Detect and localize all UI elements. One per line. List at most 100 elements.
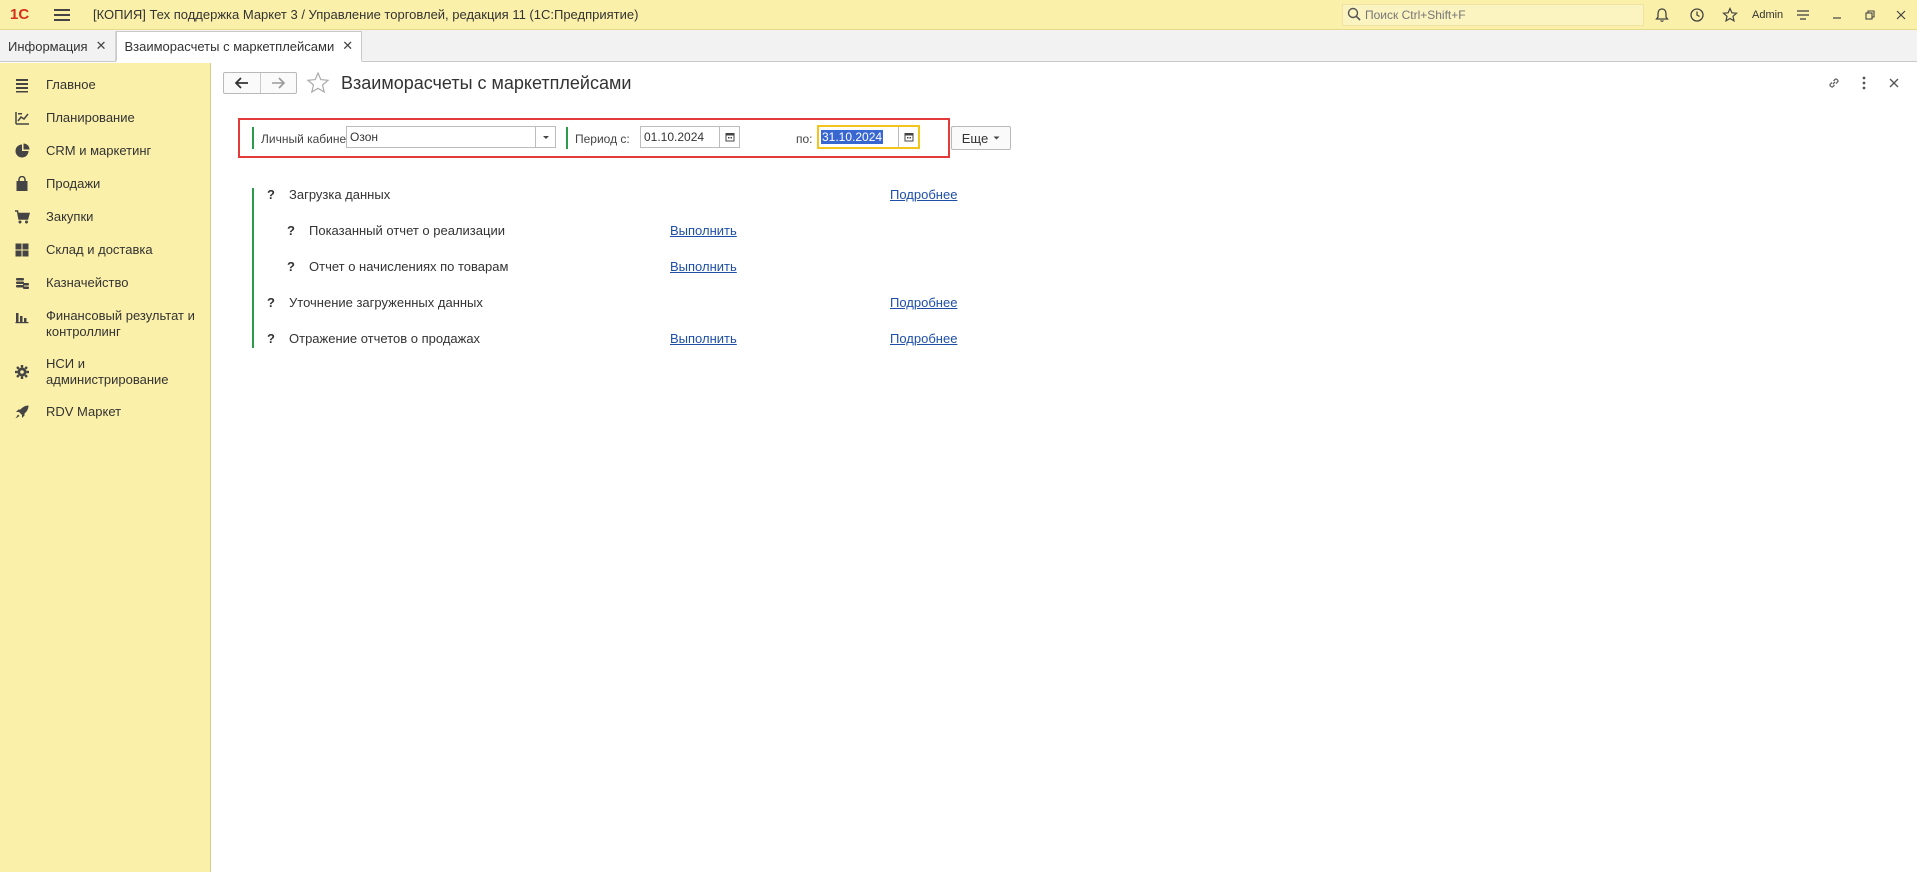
close-tab-icon[interactable]: ✕ bbox=[96, 38, 107, 54]
sidebar-item-planning[interactable]: Планирование bbox=[0, 102, 210, 135]
tab-label: Информация bbox=[8, 38, 88, 54]
settings-menu-icon[interactable] bbox=[1793, 5, 1813, 25]
close-tab-icon[interactable]: ✕ bbox=[342, 38, 353, 54]
sidebar-item-warehouse[interactable]: Склад и доставка bbox=[0, 234, 210, 267]
rocket-icon bbox=[14, 404, 32, 421]
sidebar-item-label: Планирование bbox=[46, 110, 135, 125]
sidebar-item-crm[interactable]: CRM и маркетинг bbox=[0, 135, 210, 168]
sidebar-item-label: НСИ и администрирование bbox=[46, 356, 169, 387]
account-label: Личный кабинет: bbox=[261, 132, 355, 146]
history-icon[interactable] bbox=[1687, 5, 1707, 25]
status-unknown-icon: ? bbox=[287, 259, 295, 274]
period-from-label: Период с: bbox=[575, 132, 630, 146]
task-refine-data: Уточнение загруженных данных bbox=[289, 295, 483, 310]
period-to-field[interactable]: 31.10.2024 bbox=[817, 125, 920, 149]
coins-icon bbox=[14, 275, 32, 292]
pie-icon bbox=[14, 143, 32, 160]
page-title: Взаиморасчеты с маркетплейсами bbox=[341, 73, 632, 93]
bar-chart-icon bbox=[14, 308, 32, 325]
more-actions-icon[interactable] bbox=[1854, 73, 1874, 93]
tab-label: Взаиморасчеты с маркетплейсами bbox=[124, 38, 335, 54]
period-to-value: 31.10.2024 bbox=[821, 130, 884, 144]
calendar-icon bbox=[725, 133, 734, 142]
more-button[interactable]: Еще bbox=[951, 126, 1011, 150]
sidebar-item-finance[interactable]: Финансовый результат и контроллинг bbox=[0, 300, 210, 348]
more-button-label: Еще bbox=[961, 130, 989, 146]
add-to-favorites-star-icon[interactable] bbox=[306, 71, 330, 98]
sidebar-item-sales[interactable]: Продажи bbox=[0, 168, 210, 201]
forward-button[interactable] bbox=[261, 73, 297, 93]
sidebar-item-label: Финансовый результат и контроллинг bbox=[46, 308, 195, 339]
period-to-label: по: bbox=[796, 132, 813, 146]
history-nav bbox=[223, 72, 297, 94]
status-unknown-icon: ? bbox=[267, 295, 275, 310]
planning-icon bbox=[14, 110, 32, 127]
account-select[interactable] bbox=[346, 126, 556, 148]
sidebar-item-label: Казначейство bbox=[46, 275, 129, 290]
current-user[interactable]: Admin bbox=[1752, 9, 1783, 21]
arrow-left-icon bbox=[234, 77, 248, 89]
arrow-right-icon bbox=[272, 77, 286, 89]
close-window-icon[interactable] bbox=[1891, 5, 1911, 25]
calendar-button[interactable] bbox=[719, 127, 739, 147]
back-button[interactable] bbox=[224, 73, 261, 93]
gear-icon bbox=[14, 364, 32, 381]
calendar-icon bbox=[904, 133, 913, 142]
title-bar: 1С [КОПИЯ] Тех поддержка Маркет 3 / Упра… bbox=[0, 0, 1917, 30]
sidebar-item-label: CRM и маркетинг bbox=[46, 143, 152, 158]
restore-icon[interactable] bbox=[1860, 5, 1880, 25]
task-load-data: Загрузка данных bbox=[289, 187, 391, 202]
calendar-button[interactable] bbox=[898, 127, 918, 147]
close-form-icon[interactable] bbox=[1884, 73, 1904, 93]
sidebar-item-main[interactable]: Главное bbox=[0, 69, 210, 102]
sidebar-item-rdv-market[interactable]: RDV Маркет bbox=[0, 396, 210, 429]
link-icon[interactable] bbox=[1824, 73, 1844, 93]
status-unknown-icon: ? bbox=[287, 223, 295, 238]
favorites-star-icon[interactable] bbox=[1720, 5, 1740, 25]
window-title: [КОПИЯ] Тех поддержка Маркет 3 / Управле… bbox=[93, 7, 639, 22]
run-link-reflect-sales-reports[interactable]: Выполнить bbox=[670, 331, 737, 346]
notifications-bell-icon[interactable] bbox=[1652, 5, 1672, 25]
details-link-refine-data[interactable]: Подробнее bbox=[890, 295, 957, 310]
sidebar-item-label: Закупки bbox=[46, 209, 94, 224]
minimize-icon[interactable] bbox=[1827, 5, 1847, 25]
app-logo[interactable]: 1С bbox=[10, 4, 44, 26]
bag-icon bbox=[14, 175, 32, 193]
period-from-input[interactable] bbox=[641, 127, 719, 147]
filter-panel: Личный кабинет: Период с: по: 31.10.2024 bbox=[238, 118, 950, 158]
sidebar-item-label: RDV Маркет bbox=[46, 404, 122, 419]
cart-icon bbox=[14, 209, 32, 226]
status-unknown-icon: ? bbox=[267, 187, 275, 202]
period-from-field[interactable] bbox=[640, 126, 740, 148]
sidebar-item-label: Склад и доставка bbox=[46, 242, 153, 257]
grid-icon bbox=[14, 242, 32, 259]
chevron-down-icon bbox=[993, 136, 1000, 140]
open-tabs-bar: Информация ✕ Взаиморасчеты с маркетплейс… bbox=[0, 30, 1917, 62]
tasks-group-marker bbox=[252, 188, 254, 348]
task-sales-report: Показанный отчет о реализации bbox=[309, 223, 505, 238]
details-link-reflect-sales-reports[interactable]: Подробнее bbox=[890, 331, 957, 346]
global-search[interactable] bbox=[1342, 4, 1644, 26]
task-accruals-report: Отчет о начислениях по товарам bbox=[309, 259, 509, 274]
group-marker bbox=[566, 127, 568, 149]
status-unknown-icon: ? bbox=[267, 331, 275, 346]
run-link-sales-report[interactable]: Выполнить bbox=[670, 223, 737, 238]
chevron-down-icon bbox=[542, 135, 549, 139]
sidebar-item-purchases[interactable]: Закупки bbox=[0, 201, 210, 234]
sidebar-item-label: Главное bbox=[46, 77, 96, 92]
account-input[interactable] bbox=[347, 127, 535, 147]
dropdown-button[interactable] bbox=[535, 127, 555, 147]
search-icon bbox=[1347, 7, 1361, 24]
sidebar-item-treasury[interactable]: Казначейство bbox=[0, 267, 210, 300]
sidebar-item-label: Продажи bbox=[46, 176, 101, 191]
run-link-accruals-report[interactable]: Выполнить bbox=[670, 259, 737, 274]
search-input[interactable] bbox=[1365, 8, 1625, 22]
sidebar-item-admin[interactable]: НСИ и администрирование bbox=[0, 348, 210, 396]
tab-information[interactable]: Информация ✕ bbox=[0, 31, 116, 61]
tab-marketplace-settlements[interactable]: Взаиморасчеты с маркетплейсами ✕ bbox=[115, 31, 363, 62]
group-marker bbox=[252, 127, 254, 149]
details-link-load-data[interactable]: Подробнее bbox=[890, 187, 957, 202]
main-menu-button[interactable] bbox=[54, 5, 74, 25]
period-to-input[interactable]: 31.10.2024 bbox=[819, 127, 898, 147]
task-reflect-sales-reports: Отражение отчетов о продажах bbox=[289, 331, 481, 346]
